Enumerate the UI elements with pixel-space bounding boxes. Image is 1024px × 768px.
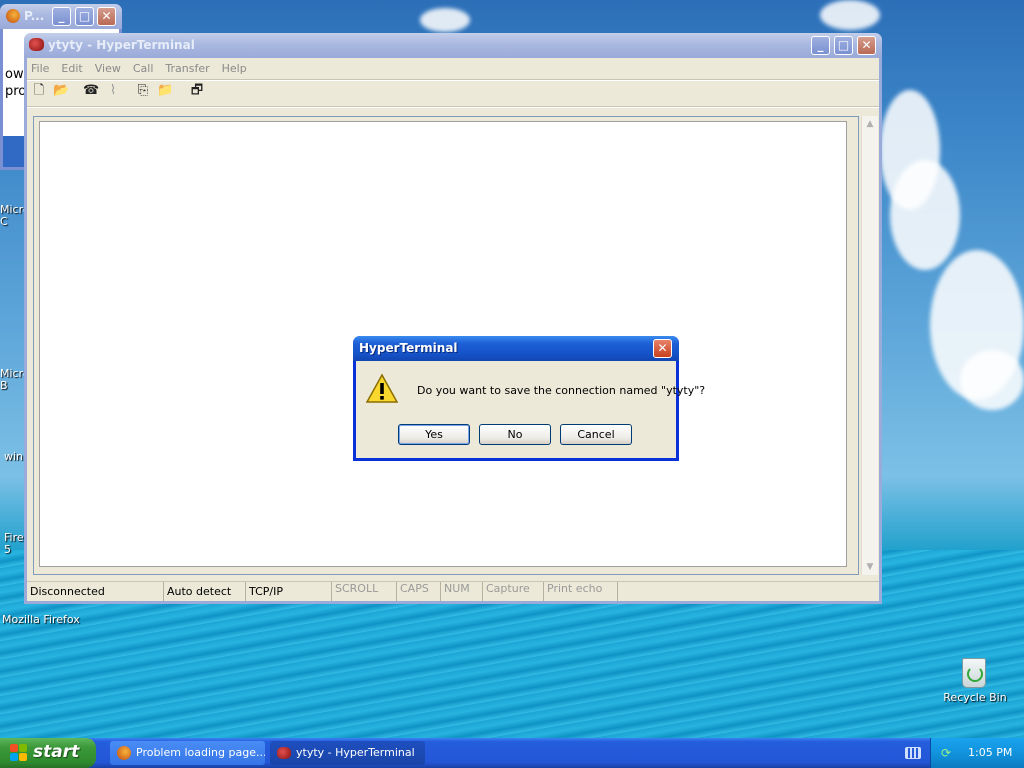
receive-file-icon[interactable]: 📁 xyxy=(157,83,173,99)
dialog-body: Do you want to save the connection named… xyxy=(356,361,705,458)
close-button[interactable]: ✕ xyxy=(97,7,116,26)
menu-view[interactable]: View xyxy=(95,62,121,75)
start-button[interactable]: start xyxy=(0,738,96,768)
properties-icon[interactable]: 🗗 xyxy=(189,83,205,99)
yes-button[interactable]: Yes xyxy=(398,424,470,445)
cancel-button[interactable]: Cancel xyxy=(560,424,632,445)
status-scroll: SCROLL xyxy=(332,582,397,601)
dialog-title: HyperTerminal xyxy=(359,341,458,355)
menu-divider xyxy=(27,79,879,81)
menu-call[interactable]: Call xyxy=(133,62,154,75)
background-window-title: P... xyxy=(24,9,45,23)
close-button[interactable]: ✕ xyxy=(857,36,876,55)
system-tray: ⟳ 1:05 PM xyxy=(930,738,1024,768)
no-button[interactable]: No xyxy=(479,424,551,445)
status-emulation: Auto detect xyxy=(164,582,246,601)
save-connection-dialog[interactable]: HyperTerminal ✕ Do you want to save the … xyxy=(353,336,705,461)
taskbar-task-hyperterminal[interactable]: ytyty - HyperTerminal xyxy=(270,741,425,765)
status-connection: Disconnected xyxy=(27,582,164,601)
open-folder-icon[interactable]: 📂 xyxy=(53,83,69,99)
minimize-button[interactable]: _ xyxy=(811,36,830,55)
keyboard-icon[interactable] xyxy=(905,747,921,759)
connect-phone-icon[interactable]: ☎ xyxy=(83,83,99,99)
dialog-message: Do you want to save the connection named… xyxy=(417,384,706,397)
menu-file[interactable]: File xyxy=(31,62,49,75)
hyperterminal-body: File Edit View Call Transfer Help 🗋 📂 ☎ ⌇ ⎘ 📁… xyxy=(27,58,879,601)
firefox-task-icon xyxy=(117,746,131,760)
disconnect-icon[interactable]: ⌇ xyxy=(105,83,121,99)
taskbar: start Problem loading page... ytyty - Hy… xyxy=(0,738,1024,768)
desktop-icon-label: Recycle Bin xyxy=(943,691,1007,704)
maximize-button[interactable]: □ xyxy=(834,36,853,55)
task-label: ytyty - HyperTerminal xyxy=(296,746,415,759)
hyperterminal-title: ytyty - HyperTerminal xyxy=(48,38,195,52)
background-window-titlebar[interactable]: P... _ □ ✕ xyxy=(0,4,122,29)
status-bar: Disconnected Auto detect TCP/IP SCROLL C… xyxy=(27,581,879,602)
hyperterminal-app-icon xyxy=(29,38,44,51)
hyperterminal-titlebar[interactable]: ytyty - HyperTerminal _ □ ✕ xyxy=(24,33,882,58)
firefox-app-icon xyxy=(6,9,20,23)
taskbar-task-firefox[interactable]: Problem loading page... xyxy=(110,741,265,765)
desktop-icon-mozilla-firefox[interactable]: Mozilla Firefox xyxy=(2,613,82,626)
desktop-icon-recycle-bin[interactable]: Recycle Bin xyxy=(940,655,1010,705)
desktop-icon-label: Fire 5 xyxy=(4,531,24,556)
new-file-icon[interactable]: 🗋 xyxy=(31,83,47,99)
status-transport: TCP/IP xyxy=(246,582,332,601)
desktop-icon-label: Mozilla Firefox xyxy=(2,613,80,626)
recycle-bin-icon xyxy=(962,658,986,688)
hyperterminal-window[interactable]: ytyty - HyperTerminal _ □ ✕ File Edit View… xyxy=(24,33,882,604)
maximize-button[interactable]: □ xyxy=(75,7,94,26)
send-file-icon[interactable]: ⎘ xyxy=(135,83,151,99)
menu-edit[interactable]: Edit xyxy=(61,62,82,75)
desktop-icon-label: win xyxy=(4,450,24,463)
warning-icon xyxy=(366,373,398,403)
clock[interactable]: 1:05 PM xyxy=(968,746,1012,759)
toolbar: 🗋 📂 ☎ ⌇ ⎘ 📁 🗗 xyxy=(31,83,331,101)
menu-help[interactable]: Help xyxy=(222,62,247,75)
network-icon[interactable]: ⟳ xyxy=(941,746,955,760)
minimize-button[interactable]: _ xyxy=(52,7,71,26)
vertical-scrollbar[interactable]: ▲ ▼ xyxy=(861,116,878,575)
menu-bar: File Edit View Call Transfer Help xyxy=(31,61,259,77)
status-num: NUM xyxy=(441,582,483,601)
dialog-titlebar[interactable]: HyperTerminal ✕ xyxy=(353,336,679,361)
toolbar-divider xyxy=(27,106,879,108)
background-window-text-1: ow xyxy=(5,67,24,82)
task-label: Problem loading page... xyxy=(136,746,265,759)
scroll-down-arrow-icon[interactable]: ▼ xyxy=(862,559,878,575)
status-print-echo: Print echo xyxy=(544,582,618,601)
windows-logo-icon xyxy=(10,744,28,762)
status-caps: CAPS xyxy=(397,582,441,601)
hyperterminal-task-icon xyxy=(277,747,291,759)
menu-transfer[interactable]: Transfer xyxy=(165,62,209,75)
status-capture: Capture xyxy=(483,582,544,601)
dialog-close-button[interactable]: ✕ xyxy=(653,339,672,358)
background-window-blue-bar xyxy=(3,136,25,167)
start-label: start xyxy=(33,742,80,762)
scroll-up-arrow-icon[interactable]: ▲ xyxy=(862,116,878,132)
